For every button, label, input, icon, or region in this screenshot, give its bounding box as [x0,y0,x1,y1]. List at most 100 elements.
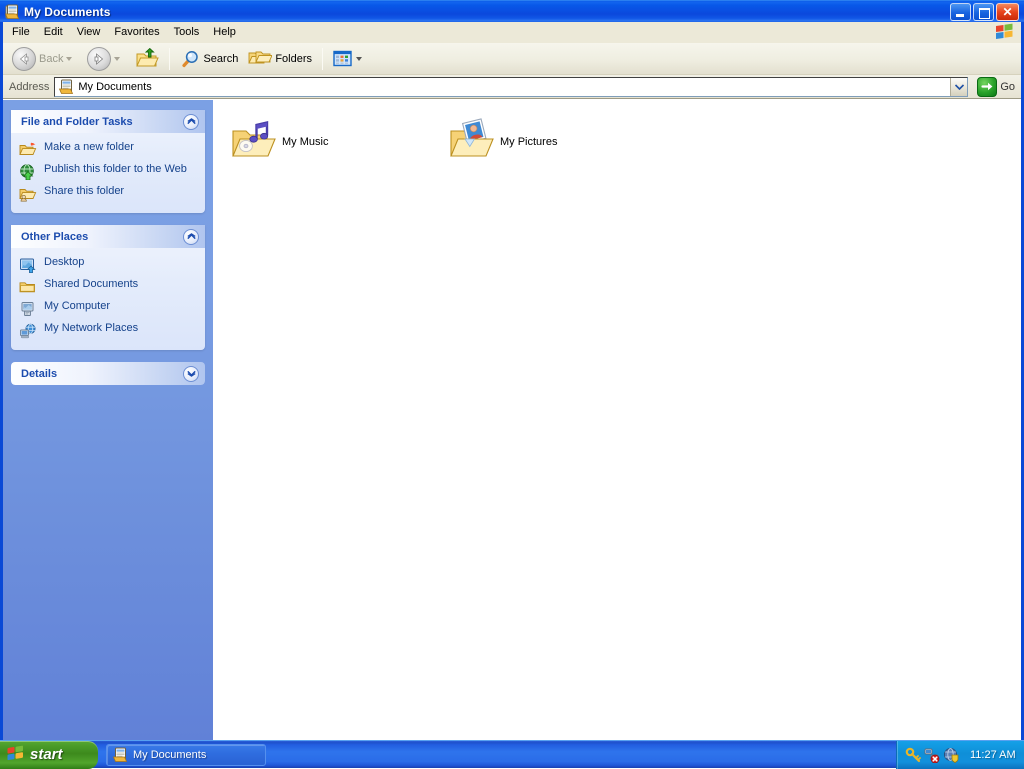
shared-documents-icon [19,279,37,295]
chevron-down-icon[interactable] [183,366,199,382]
menu-item-file[interactable]: File [5,24,37,41]
security-key-icon[interactable] [905,747,921,763]
toolbar: Back [3,43,1021,75]
go-button[interactable]: Go [974,76,1018,98]
file-label: My Pictures [500,136,557,148]
my-computer-icon [19,301,37,317]
taskbar: start My Documents [0,740,1024,768]
my-music-folder-icon [229,118,279,166]
windows-flag-icon [993,23,1017,42]
place-shared-documents[interactable]: Shared Documents [19,276,201,298]
address-value: My Documents [78,81,151,93]
toolbar-separator-2 [322,48,323,70]
go-label: Go [1000,81,1015,93]
up-folder-icon [135,48,159,70]
menu-item-edit[interactable]: Edit [37,24,70,41]
search-button[interactable]: Search [175,46,243,72]
task-publish-this-folder-to-the-web[interactable]: Publish this folder to the Web [19,161,201,183]
panel-title: Details [21,368,183,380]
title-bar: My Documents ✕ [0,0,1024,22]
shield-icon[interactable] [943,747,959,763]
back-arrow-icon [12,47,36,71]
my-documents-icon [4,4,20,20]
task-label: Make a new folder [44,141,134,154]
panel-title: Other Places [21,231,183,243]
back-button[interactable]: Back [7,46,82,72]
panel-body: Make a new folder Publish this folder to [11,133,205,213]
address-label: Address [3,81,54,93]
views-icon [333,50,353,68]
views-dropdown-arrow-icon[interactable] [356,57,362,61]
explorer-window: My Documents ✕ File Edit View Favorites … [0,0,1024,740]
file-item-my-music[interactable]: My Music [229,118,328,166]
place-my-computer[interactable]: My Computer [19,298,201,320]
menu-bar: File Edit View Favorites Tools Help [3,22,1021,43]
folders-button[interactable]: Folders [243,46,317,72]
my-pictures-folder-icon [447,118,497,166]
task-make-a-new-folder[interactable]: Make a new folder [19,139,201,161]
publish-web-icon [19,164,37,180]
minimize-button[interactable] [950,3,971,21]
menu-item-help[interactable]: Help [206,24,243,41]
panel-body: Desktop Shared Documents [11,248,205,350]
magnifier-icon [180,49,200,69]
panel-file-and-folder-tasks: File and Folder Tasks [11,110,205,213]
back-dropdown-arrow-icon[interactable] [66,57,72,61]
taskbar-item-my-documents[interactable]: My Documents [106,744,266,766]
close-button[interactable]: ✕ [996,3,1019,21]
address-input[interactable]: My Documents [54,77,968,97]
file-list-view[interactable]: My Music [213,100,1021,740]
network-disconnected-icon[interactable] [924,747,940,763]
panel-details: Details [11,362,205,385]
maximize-button[interactable] [973,3,994,21]
panel-header[interactable]: Other Places [11,225,205,248]
task-pane-sidebar: File and Folder Tasks [3,100,213,740]
chevron-up-icon[interactable] [183,114,199,130]
taskbar-item-label: My Documents [133,749,206,761]
place-label: My Network Places [44,322,138,335]
task-label: Share this folder [44,185,124,198]
folders-button-label: Folders [275,53,312,65]
place-label: Shared Documents [44,278,138,291]
system-tray: 11:27 AM [896,741,1024,769]
search-button-label: Search [203,53,238,65]
my-documents-icon [58,79,74,95]
menu-item-view[interactable]: View [70,24,108,41]
place-desktop[interactable]: Desktop [19,254,201,276]
menu-item-tools[interactable]: Tools [167,24,207,41]
start-button[interactable]: start [0,741,98,769]
panel-title: File and Folder Tasks [21,116,183,128]
back-button-label: Back [39,53,63,65]
panel-header[interactable]: File and Folder Tasks [11,110,205,133]
forward-dropdown-arrow-icon[interactable] [114,57,120,61]
panel-other-places: Other Places [11,225,205,350]
address-bar: Address My Documents [3,75,1021,99]
my-documents-icon [112,747,128,763]
up-button[interactable] [130,46,164,72]
toolbar-separator [169,48,170,70]
windows-flag-icon [6,745,26,764]
clock[interactable]: 11:27 AM [970,749,1016,761]
folders-icon [248,49,272,69]
chevron-down-icon[interactable] [950,78,967,96]
place-my-network-places[interactable]: My Network Places [19,320,201,342]
forward-button[interactable] [82,46,130,72]
views-button[interactable] [328,46,372,72]
window-title: My Documents [24,5,111,19]
window-controls: ✕ [950,3,1019,21]
window-body: File and Folder Tasks [3,99,1021,740]
place-label: My Computer [44,300,110,313]
panel-header[interactable]: Details [11,362,205,385]
forward-arrow-icon [87,47,111,71]
task-share-this-folder[interactable]: Share this folder [19,183,201,205]
task-button-list: My Documents [106,744,266,766]
task-label: Publish this folder to the Web [44,163,187,176]
file-label: My Music [282,136,328,148]
menu-item-favorites[interactable]: Favorites [107,24,166,41]
chevron-up-icon[interactable] [183,229,199,245]
share-folder-icon [19,186,37,202]
file-item-my-pictures[interactable]: My Pictures [447,118,557,166]
network-places-icon [19,323,37,339]
desktop-icon [19,257,37,273]
place-label: Desktop [44,256,84,269]
